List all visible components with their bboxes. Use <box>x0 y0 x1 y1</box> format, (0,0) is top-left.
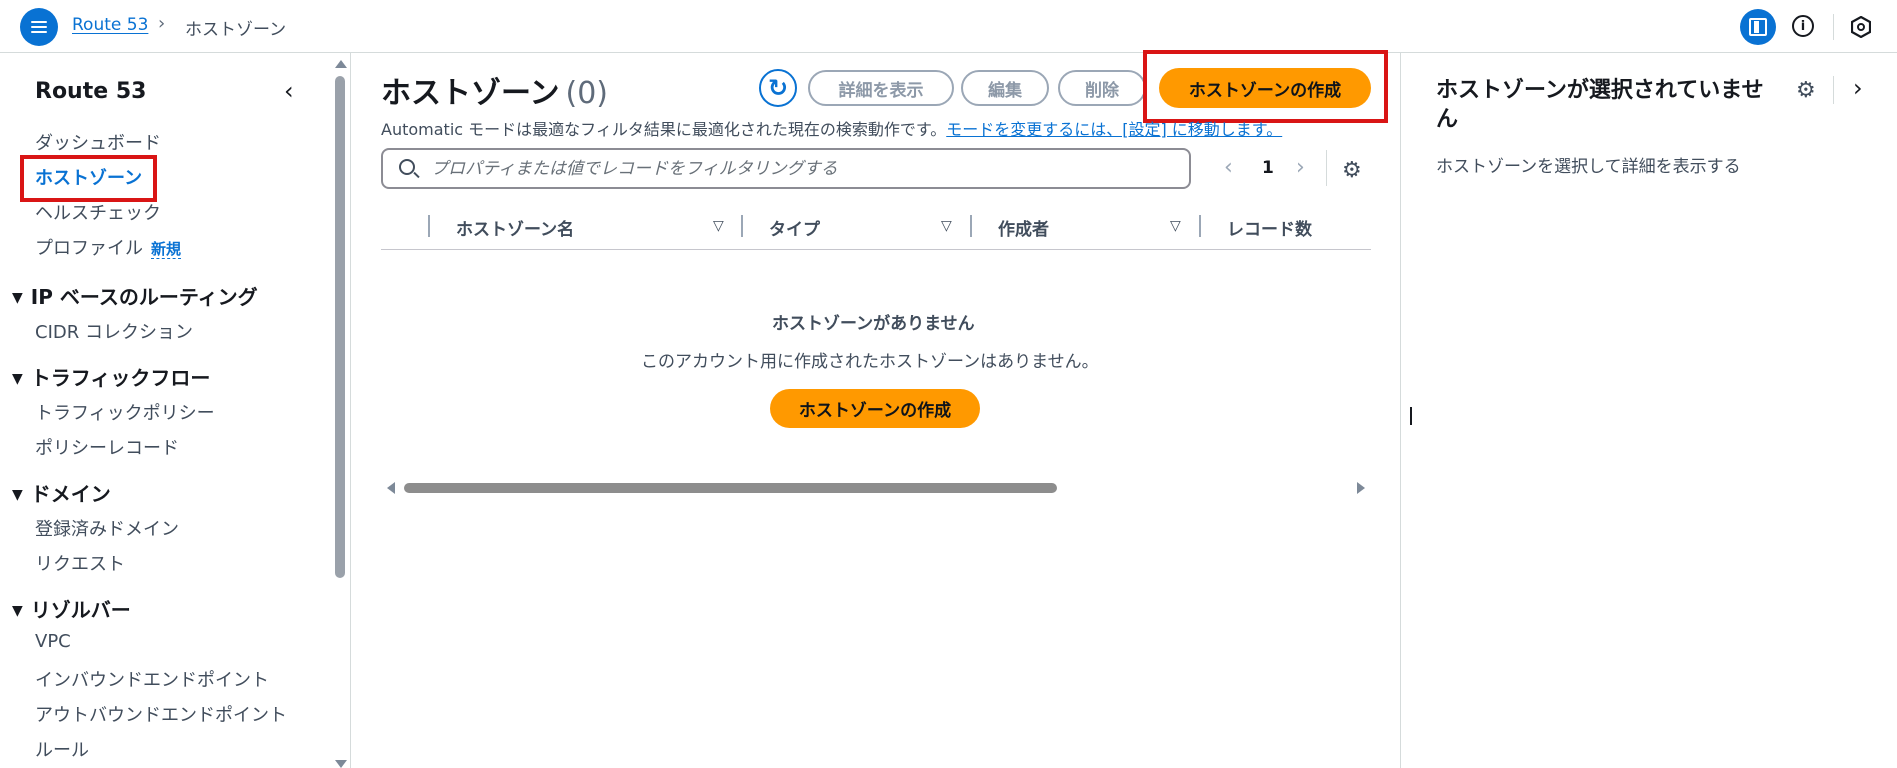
nav-section-traffic-flow[interactable]: ▼ トラフィックフロー <box>12 362 210 391</box>
panel-close-icon[interactable]: › <box>1853 74 1863 102</box>
column-header-created-by[interactable]: 作成者 <box>998 215 1049 240</box>
pagination-page-1[interactable]: 1 <box>1262 158 1274 178</box>
refresh-button[interactable]: ↻ <box>759 69 797 107</box>
search-mode-settings-link[interactable]: モードを変更するには、[設定] に移動します。 <box>946 120 1282 139</box>
amazon-q-icon[interactable] <box>1851 16 1871 38</box>
nav-item-inbound-endpoints[interactable]: インバウンドエンドポイント <box>35 666 269 692</box>
sort-icon[interactable]: ▽ <box>1170 218 1181 234</box>
breadcrumb-chevron-icon: › <box>158 13 166 34</box>
nav-scroll-down-icon[interactable] <box>335 760 347 768</box>
column-divider[interactable] <box>970 215 972 237</box>
nav-item-vpc[interactable]: VPC <box>35 631 71 652</box>
page-title: ホストゾーン (0) <box>381 68 608 112</box>
nav-item-dashboard[interactable]: ダッシュボード <box>35 129 161 155</box>
scroll-right-icon[interactable] <box>1357 482 1365 494</box>
split-panel-toggle-button[interactable] <box>1740 9 1776 45</box>
split-panel-divider <box>1400 53 1401 768</box>
split-panel-description: ホストゾーンを選択して詳細を表示する <box>1436 157 1741 177</box>
nav-section-domains[interactable]: ▼ ドメイン <box>12 478 111 507</box>
nav-collapse-icon[interactable]: ‹ <box>284 77 294 105</box>
panel-icon <box>1749 18 1767 36</box>
nav-scrollbar[interactable] <box>335 76 345 578</box>
hosted-zone-count: (0) <box>565 76 609 111</box>
top-bar: Route 53 › ホストゾーン i <box>0 0 1897 53</box>
nav-section-ip-routing[interactable]: ▼ IP ベースのルーティング <box>12 281 258 310</box>
new-badge: 新規 <box>151 240 182 259</box>
top-divider <box>1833 14 1834 40</box>
nav-item-health-checks[interactable]: ヘルスチェック <box>35 199 161 225</box>
page-title-text: ホストゾーン <box>381 76 560 111</box>
breadcrumb-route53-link[interactable]: Route 53 <box>72 15 148 35</box>
table-header: ホストゾーン名 ▽ タイプ ▽ 作成者 ▽ レコード数 <box>381 210 1371 250</box>
caret-down-icon: ▼ <box>12 371 23 387</box>
column-divider[interactable] <box>741 215 743 237</box>
info-icon[interactable]: i <box>1792 15 1814 37</box>
breadcrumb-current: ホストゾーン <box>185 20 287 40</box>
nav-section-label: トラフィックフロー <box>30 366 211 390</box>
nav-section-label: リゾルバー <box>30 598 131 622</box>
highlight-box <box>20 155 157 202</box>
gear-icon[interactable]: ⚙ <box>1796 78 1816 103</box>
sort-icon[interactable]: ▽ <box>941 218 952 234</box>
nav-item-label: プロファイル <box>35 238 143 259</box>
nav-scroll-up-icon[interactable] <box>335 60 347 68</box>
search-box[interactable] <box>381 148 1191 189</box>
column-header-name[interactable]: ホストゾーン名 <box>456 215 574 240</box>
column-header-record-count[interactable]: レコード数 <box>1227 215 1312 240</box>
highlight-box <box>1143 50 1388 123</box>
column-divider <box>428 215 430 237</box>
split-panel-resize-handle[interactable] <box>1410 407 1412 425</box>
search-mode-info: Automatic モードは最適なフィルタ結果に最適化された現在の検索動作です。… <box>381 116 1282 140</box>
delete-button[interactable]: 削除 <box>1058 70 1146 106</box>
view-details-button[interactable]: 詳細を表示 <box>808 70 954 106</box>
refresh-icon: ↻ <box>767 74 789 102</box>
edit-button[interactable]: 編集 <box>961 70 1049 106</box>
sort-icon[interactable]: ▽ <box>713 218 724 234</box>
gear-icon[interactable]: ⚙ <box>1342 158 1362 183</box>
nav-section-label: ドメイン <box>30 482 111 506</box>
search-input[interactable] <box>429 156 1169 182</box>
menu-button[interactable] <box>20 8 58 46</box>
menu-icon <box>31 21 47 33</box>
search-icon <box>399 159 415 175</box>
caret-down-icon: ▼ <box>12 487 23 503</box>
nav-item-requests[interactable]: リクエスト <box>35 550 125 576</box>
search-mode-text: Automatic モードは最適なフィルタ結果に最適化された現在の検索動作です。 <box>381 120 947 139</box>
column-header-type[interactable]: タイプ <box>769 215 820 240</box>
nav-item-registered-domains[interactable]: 登録済みドメイン <box>35 515 179 541</box>
column-divider[interactable] <box>1199 215 1201 237</box>
scroll-left-icon[interactable] <box>387 482 395 494</box>
nav-divider <box>350 53 351 768</box>
empty-state-description: このアカウント用に作成されたホストゾーンはありません。 <box>641 352 1099 372</box>
empty-create-hosted-zone-button[interactable]: ホストゾーンの作成 <box>770 389 980 428</box>
nav-item-rules[interactable]: ルール <box>35 736 89 762</box>
side-navigation: Route 53 ‹ ダッシュボード ホストゾーン ヘルスチェック プロファイル… <box>0 53 330 768</box>
nav-title[interactable]: Route 53 <box>35 79 146 104</box>
pager-divider <box>1326 150 1327 186</box>
split-panel-title: ホストゾーンが選択されていません <box>1436 78 1764 132</box>
horizontal-scrollbar[interactable] <box>404 483 1057 493</box>
caret-down-icon: ▼ <box>12 290 23 306</box>
nav-item-profiles[interactable]: プロファイル 新規 <box>35 234 182 260</box>
nav-item-traffic-policies[interactable]: トラフィックポリシー <box>35 399 215 425</box>
nav-item-cidr[interactable]: CIDR コレクション <box>35 318 193 344</box>
pagination-prev-icon[interactable]: ‹ <box>1224 155 1233 180</box>
nav-item-policy-records[interactable]: ポリシーレコード <box>35 434 179 460</box>
nav-section-resolver[interactable]: ▼ リゾルバー <box>12 594 131 623</box>
caret-down-icon: ▼ <box>12 603 23 619</box>
empty-state-title: ホストゾーンがありません <box>772 314 975 334</box>
nav-item-outbound-endpoints[interactable]: アウトバウンドエンドポイント <box>35 701 287 727</box>
panel-divider <box>1833 76 1834 104</box>
nav-section-label: IP ベースのルーティング <box>30 285 258 309</box>
pagination-next-icon[interactable]: › <box>1296 155 1305 180</box>
